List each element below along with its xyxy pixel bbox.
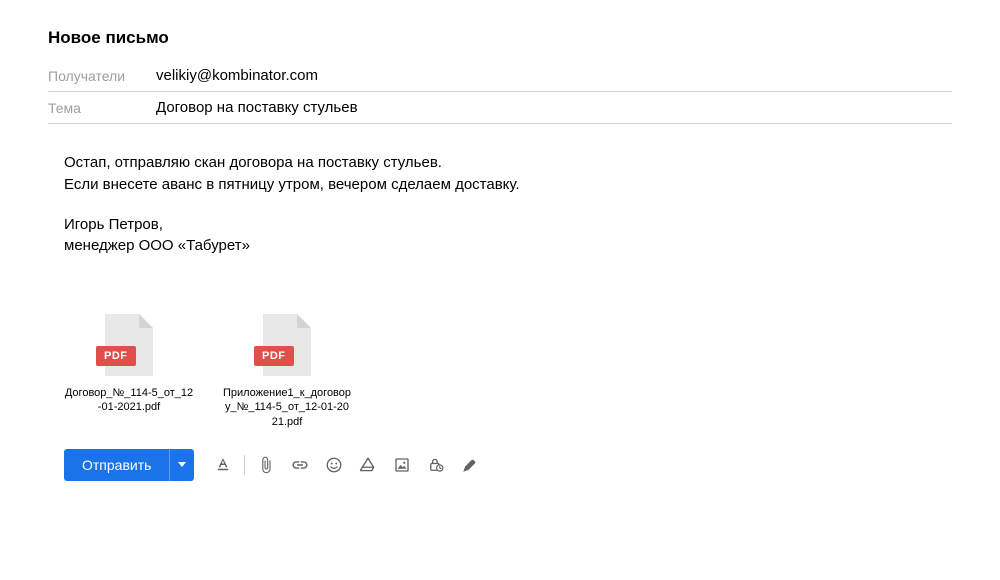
attachment-item[interactable]: PDF Приложение1_к_договору_№_114-5_от_12… [222,312,352,429]
attach-button[interactable] [251,450,281,480]
chevron-down-icon [178,462,186,467]
body-line: Если внесете аванс в пятницу утром, вече… [64,174,952,196]
lock-clock-icon [427,456,445,474]
link-icon [291,456,309,474]
signature-line: менеджер ООО «Табурет» [64,235,952,257]
recipients-label: Получатели [48,68,156,84]
pdf-file-icon: PDF [103,312,155,378]
subject-label: Тема [48,100,156,116]
attachment-filename: Договор_№_114-5_от_12-01-2021.pdf [64,386,194,415]
subject-row: Тема [48,92,952,124]
image-icon [393,456,411,474]
insert-drive-button[interactable] [353,450,383,480]
compose-title: Новое письмо [48,28,952,48]
signature-button[interactable] [455,450,485,480]
attachment-filename: Приложение1_к_договору_№_114-5_от_12-01-… [222,386,352,429]
subject-input[interactable] [156,99,952,116]
pen-icon [461,456,479,474]
insert-image-button[interactable] [387,450,417,480]
emoji-icon [325,456,343,474]
recipients-row: Получатели [48,60,952,92]
message-body[interactable]: Остап, отправляю скан договора на постав… [64,152,952,257]
confidential-mode-button[interactable] [421,450,451,480]
text-format-icon [214,456,232,474]
insert-link-button[interactable] [285,450,315,480]
body-line: Остап, отправляю скан договора на постав… [64,152,952,174]
send-options-dropdown[interactable] [169,449,194,481]
compose-toolbar: Отправить [64,449,952,481]
paperclip-icon [257,456,275,474]
pdf-badge: PDF [254,346,294,366]
attachment-item[interactable]: PDF Договор_№_114-5_от_12-01-2021.pdf [64,312,194,429]
emoji-button[interactable] [319,450,349,480]
attachments-list: PDF Договор_№_114-5_от_12-01-2021.pdf PD… [64,312,952,429]
formatting-button[interactable] [208,450,238,480]
signature-line: Игорь Петров, [64,214,952,236]
pdf-file-icon: PDF [261,312,313,378]
drive-icon [359,456,377,474]
recipients-input[interactable] [156,67,952,84]
toolbar-separator [244,455,245,475]
send-button-group: Отправить [64,449,194,481]
send-button[interactable]: Отправить [64,449,169,481]
pdf-badge: PDF [96,346,136,366]
